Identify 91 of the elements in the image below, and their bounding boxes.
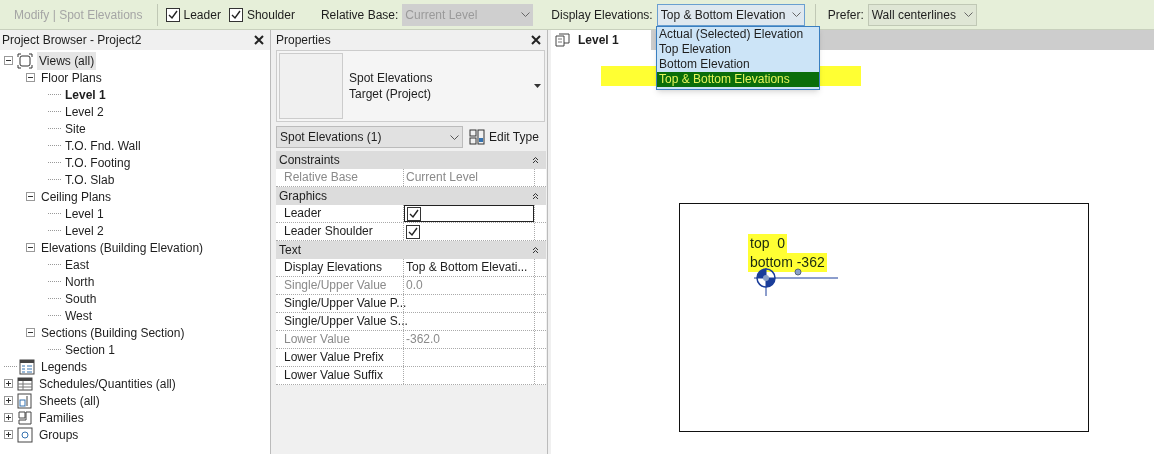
checkbox-label: Leader [183, 6, 221, 24]
floor-plan-icon [555, 33, 570, 47]
dropdown[interactable]: Wall centerlines [867, 3, 977, 26]
type-selector[interactable]: Spot Elevations Target (Project) [276, 50, 545, 122]
dropdown[interactable]: Top & Bottom Elevation [656, 3, 805, 26]
type-name: Spot Elevations [349, 70, 433, 86]
property-value[interactable] [404, 205, 534, 222]
tree-item[interactable]: Elevations (Building Elevation) [39, 238, 206, 257]
checkbox[interactable] [165, 7, 180, 22]
tree-item[interactable]: Section 1 [63, 340, 118, 359]
collapse-icon [532, 192, 539, 200]
edit-type-button[interactable]: Edit Type [467, 126, 541, 148]
tree-item[interactable]: Families [37, 408, 86, 427]
views-icon [17, 52, 33, 69]
property-group-header[interactable]: Graphics [276, 187, 546, 205]
collapse-icon [532, 246, 539, 254]
tree-item[interactable]: West [63, 306, 95, 325]
dropdown-option[interactable]: Actual (Selected) Elevation [657, 27, 819, 42]
tree-item[interactable]: T.O. Fnd. Wall [63, 136, 143, 155]
property-name: Lower Value Prefix [276, 349, 404, 366]
panel-title: Properties [276, 32, 331, 49]
tree-item[interactable]: Sheets (all) [37, 391, 102, 410]
property-name: Leader Shoulder [276, 223, 404, 240]
tree-item[interactable]: Ceiling Plans [39, 187, 114, 206]
property-name: Display Elevations [276, 259, 404, 276]
checkbox[interactable] [406, 224, 420, 239]
property-group-header[interactable]: Constraints [276, 151, 546, 169]
tree-item[interactable]: East [63, 255, 91, 274]
property-group-header[interactable]: Text [276, 241, 546, 259]
checkbox[interactable] [228, 7, 243, 22]
chevron-down-icon [964, 12, 973, 17]
field-label: Display Elevations: [551, 6, 653, 24]
property-value[interactable]: Top & Bottom Elevati... [404, 259, 534, 276]
spot-elevation-label: top 0 [748, 234, 788, 253]
tree-item[interactable]: Schedules/Quantities (all) [37, 374, 178, 393]
chevron-down-icon [521, 12, 531, 17]
tree-item[interactable]: North [63, 272, 97, 291]
tree-item[interactable]: T.O. Footing [63, 153, 133, 172]
dropdown-option[interactable]: Top & Bottom Elevations [657, 72, 819, 87]
type-preview [279, 53, 343, 119]
tree-item[interactable]: Legends [39, 357, 90, 376]
family-icon [17, 409, 33, 426]
tree-toggle-icon[interactable] [4, 396, 13, 405]
tree-item[interactable]: Views (all) [37, 51, 97, 70]
sheet-icon [17, 392, 33, 409]
checkbox-label: Shoulder [246, 6, 295, 24]
tree-toggle-icon[interactable] [4, 56, 13, 65]
edit-type-icon [469, 129, 485, 145]
tree-item[interactable]: Site [63, 119, 88, 138]
group-icon [17, 426, 33, 443]
table-icon [17, 375, 33, 392]
chevron-down-icon [791, 12, 801, 17]
tree-item[interactable]: South [63, 289, 99, 308]
collapse-icon [532, 156, 539, 164]
property-name: Lower Value [276, 331, 404, 348]
tree-toggle-icon[interactable] [4, 379, 13, 388]
tree-toggle-icon[interactable] [26, 328, 35, 337]
panel-title: Project Browser - Project2 [2, 32, 142, 49]
property-name: Relative Base [276, 169, 404, 186]
close-icon[interactable] [254, 35, 264, 45]
close-icon[interactable] [531, 35, 541, 45]
field-label: Prefer: [827, 6, 864, 24]
property-name: Lower Value Suffix [276, 367, 404, 384]
tree-toggle-icon[interactable] [4, 430, 13, 439]
tree-item[interactable]: Level 1 [63, 204, 106, 223]
tree-item[interactable]: Floor Plans [39, 68, 104, 87]
dropdown-option[interactable]: Top Elevation [657, 42, 819, 57]
property-name: Single/Upper Value [276, 277, 404, 294]
context-label: Modify | Spot Elevations [13, 6, 144, 24]
field-label: Relative Base: [320, 6, 399, 24]
tree-item[interactable]: T.O. Slab [63, 170, 117, 189]
tree-item[interactable]: Level 2 [63, 221, 106, 240]
dropdown-option[interactable]: Bottom Elevation [657, 57, 819, 72]
instance-dropdown[interactable]: Spot Elevations (1) [276, 126, 463, 148]
property-name: Leader [276, 205, 404, 222]
chevron-down-icon [450, 134, 459, 140]
tree-item[interactable]: Level 1 [63, 85, 108, 104]
dropdown-arrow-icon [534, 84, 541, 88]
tree-item[interactable]: Level 2 [63, 102, 106, 121]
tree-toggle-icon[interactable] [26, 243, 35, 252]
legend-icon [19, 358, 35, 375]
type-subname: Target (Project) [349, 86, 433, 102]
property-name: Single/Upper Value P... [276, 295, 404, 312]
spot-elevation-label: bottom -362 [748, 253, 827, 272]
tree-toggle-icon[interactable] [26, 192, 35, 201]
tree-item[interactable]: Sections (Building Section) [39, 323, 187, 342]
view-tab[interactable]: Level 1 [551, 30, 651, 50]
tree-toggle-icon[interactable] [4, 413, 13, 422]
tree-item[interactable]: Groups [37, 425, 81, 444]
tree-toggle-icon[interactable] [26, 73, 35, 82]
checkbox[interactable] [407, 206, 421, 221]
